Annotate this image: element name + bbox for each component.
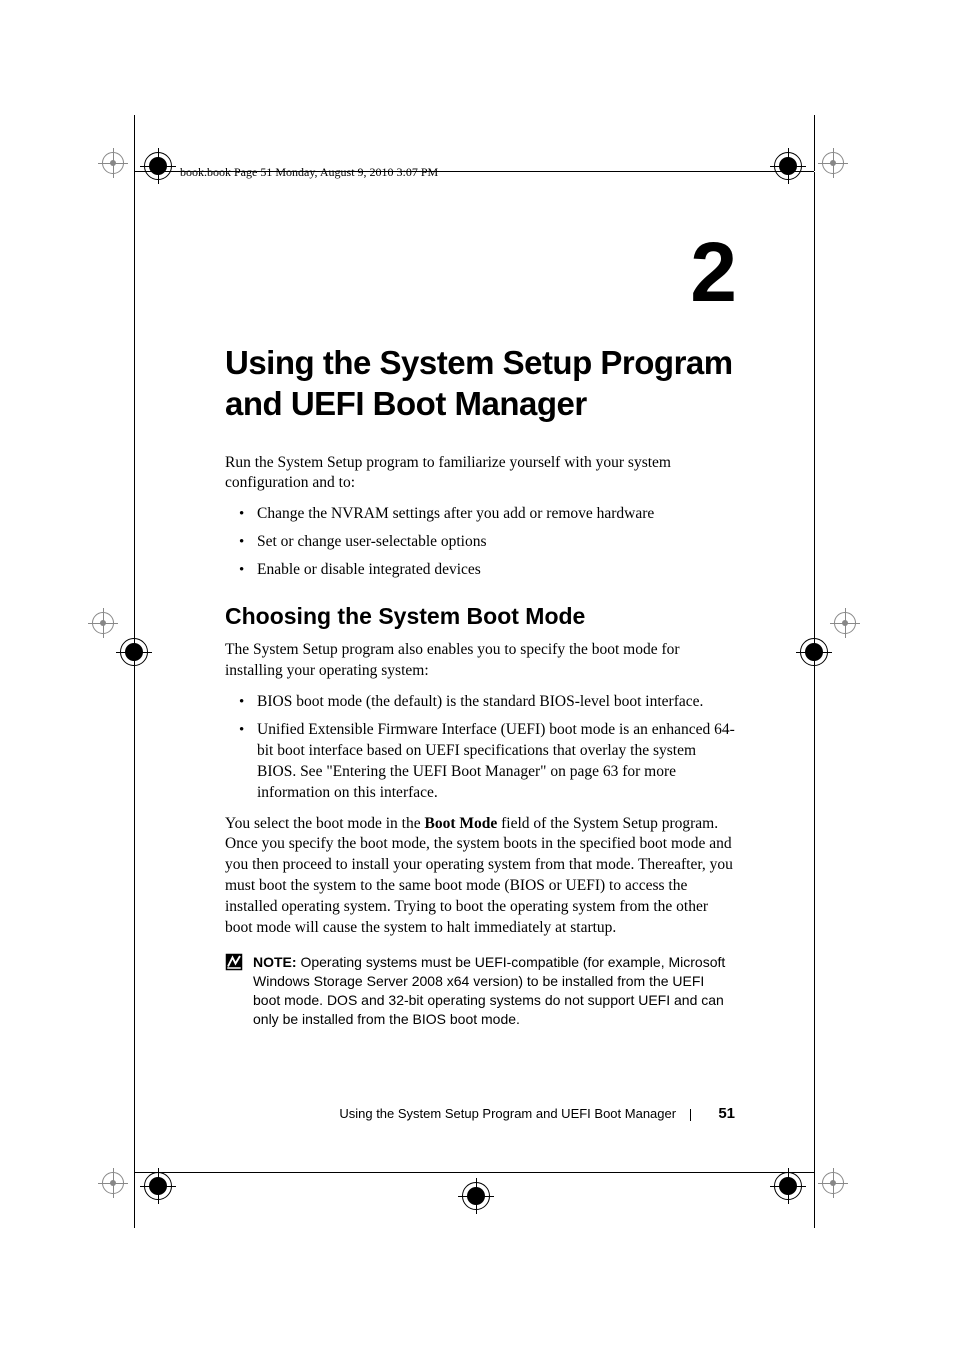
reg-mark-rm-gray	[830, 608, 860, 638]
crop-line	[814, 172, 815, 1172]
reg-mark-br-gray	[818, 1168, 848, 1198]
intro-bullet-list: Change the NVRAM settings after you add …	[225, 504, 735, 581]
intro-paragraph: Run the System Setup program to familiar…	[225, 453, 735, 495]
page-footer: Using the System Setup Program and UEFI …	[225, 1105, 735, 1122]
crop-line	[814, 115, 815, 171]
reg-mark-tl-gray	[98, 148, 128, 178]
page-number: 51	[718, 1105, 735, 1122]
section-intro: The System Setup program also enables yo…	[225, 640, 735, 682]
list-item: Enable or disable integrated devices	[257, 560, 735, 581]
reg-mark-bl	[140, 1168, 176, 1204]
print-header-line: book.book Page 51 Monday, August 9, 2010…	[180, 165, 438, 180]
text: You select the boot mode in the	[225, 815, 424, 832]
section-heading: Choosing the System Boot Mode	[225, 603, 735, 630]
note-label: NOTE:	[253, 954, 297, 970]
note-icon	[225, 953, 243, 1029]
list-item: BIOS boot mode (the default) is the stan…	[257, 692, 735, 713]
crop-line	[134, 115, 135, 171]
list-item: Set or change user-selectable options	[257, 532, 735, 553]
crop-line	[134, 172, 135, 1172]
crop-line	[814, 1172, 815, 1228]
page-content: 2 Using the System Setup Program and UEF…	[225, 230, 735, 1029]
reg-mark-tr	[770, 148, 806, 184]
reg-mark-tr-gray	[818, 148, 848, 178]
reg-mark-lm-gray	[88, 608, 118, 638]
page-title: Using the System Setup Program and UEFI …	[225, 342, 735, 425]
reg-mark-tl	[140, 148, 176, 184]
text: field of the System Setup program. Once …	[225, 815, 733, 937]
note-block: NOTE: Operating systems must be UEFI-com…	[225, 953, 735, 1029]
boot-mode-bold: Boot Mode	[424, 815, 497, 832]
footer-text: Using the System Setup Program and UEFI …	[339, 1106, 676, 1121]
list-item: Change the NVRAM settings after you add …	[257, 504, 735, 525]
list-item: Unified Extensible Firmware Interface (U…	[257, 720, 735, 804]
note-text: NOTE: Operating systems must be UEFI-com…	[253, 953, 735, 1029]
boot-mode-paragraph: You select the boot mode in the Boot Mod…	[225, 814, 735, 940]
note-body: Operating systems must be UEFI-compatibl…	[253, 954, 725, 1027]
section-bullet-list: BIOS boot mode (the default) is the stan…	[225, 692, 735, 804]
crop-line	[134, 1172, 814, 1173]
reg-mark-br	[770, 1168, 806, 1204]
footer-separator	[690, 1109, 691, 1121]
reg-mark-bl-gray	[98, 1168, 128, 1198]
crop-line	[134, 1172, 135, 1228]
reg-mark-bm	[458, 1178, 494, 1214]
chapter-number: 2	[225, 230, 735, 314]
